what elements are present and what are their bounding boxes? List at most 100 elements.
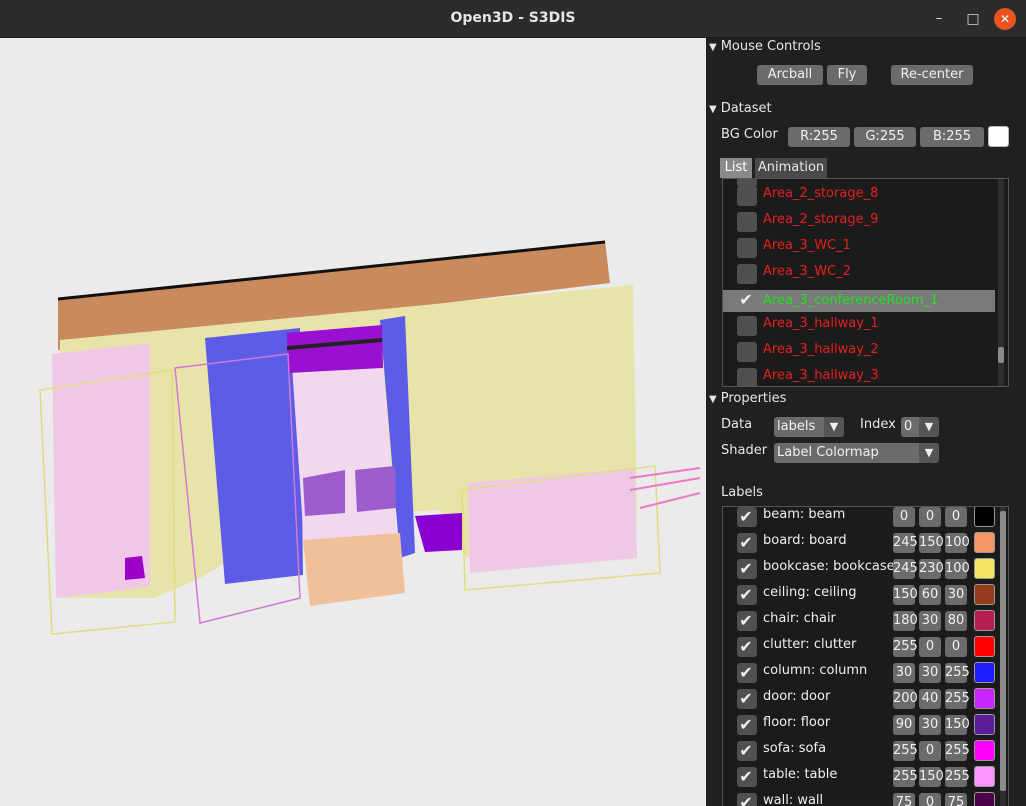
label-row[interactable]: ✔ sofa: sofa 255 0 255 bbox=[723, 737, 1008, 763]
label-g-field[interactable]: 150 bbox=[919, 767, 944, 787]
label-r-field[interactable]: 255 bbox=[893, 767, 918, 787]
label-color-swatch[interactable] bbox=[974, 662, 995, 683]
label-checkbox[interactable]: ✔ bbox=[737, 663, 757, 683]
label-r-field[interactable]: 245 bbox=[893, 533, 918, 553]
label-r-field[interactable]: 75 bbox=[893, 793, 915, 806]
list-item-selected[interactable]: ✔ Area_3_conferenceRoom_1 bbox=[723, 290, 995, 312]
list-item[interactable]: Area_3_hallway_2 bbox=[723, 339, 995, 362]
properties-header[interactable]: ▼ Properties bbox=[709, 391, 786, 406]
bg-green-field[interactable]: G:255 bbox=[854, 127, 916, 147]
bg-blue-field[interactable]: B:255 bbox=[920, 127, 984, 147]
label-b-field[interactable]: 100 bbox=[945, 533, 970, 553]
label-r-field[interactable]: 30 bbox=[893, 663, 915, 683]
label-r-field[interactable]: 245 bbox=[893, 559, 918, 579]
dataset-header[interactable]: ▼ Dataset bbox=[709, 101, 772, 116]
close-icon[interactable]: ✕ bbox=[994, 8, 1016, 30]
label-g-field[interactable]: 40 bbox=[919, 689, 941, 709]
labels-scrollbar-thumb[interactable] bbox=[1000, 511, 1006, 791]
label-g-field[interactable]: 30 bbox=[919, 715, 941, 735]
list-checkbox[interactable] bbox=[737, 368, 757, 386]
label-row[interactable]: ✔ wall: wall 75 0 75 bbox=[723, 789, 1008, 806]
list-checkbox[interactable] bbox=[737, 212, 757, 232]
label-row[interactable]: ✔ door: door 200 40 255 bbox=[723, 685, 1008, 711]
label-r-field[interactable]: 180 bbox=[893, 611, 918, 631]
labels-list[interactable]: ✔ beam: beam 0 0 0 ✔ board: board 245 15… bbox=[722, 506, 1009, 806]
label-checkbox[interactable]: ✔ bbox=[737, 793, 757, 806]
list-checkbox[interactable] bbox=[737, 264, 757, 284]
shader-select[interactable]: Label Colormap ▼ bbox=[774, 443, 939, 463]
label-color-swatch[interactable] bbox=[974, 532, 995, 553]
label-g-field[interactable]: 0 bbox=[919, 637, 941, 657]
arcball-button[interactable]: Arcball bbox=[757, 65, 823, 85]
label-row[interactable]: ✔ bookcase: bookcase 245 230 100 bbox=[723, 555, 1008, 581]
label-checkbox[interactable]: ✔ bbox=[737, 507, 757, 527]
bg-color-swatch[interactable] bbox=[988, 126, 1009, 147]
label-b-field[interactable]: 255 bbox=[945, 767, 970, 787]
dataset-list[interactable]: Area_2_storage_8 Area_2_storage_9 Area_3… bbox=[722, 178, 1009, 387]
tab-animation[interactable]: Animation bbox=[755, 158, 827, 178]
label-checkbox[interactable]: ✔ bbox=[737, 741, 757, 761]
list-item[interactable]: Area_3_hallway_1 bbox=[723, 313, 995, 336]
data-select[interactable]: labels ▼ bbox=[774, 417, 844, 437]
maximize-icon[interactable]: □ bbox=[962, 8, 984, 30]
bg-red-field[interactable]: R:255 bbox=[788, 127, 850, 147]
label-r-field[interactable]: 150 bbox=[893, 585, 918, 605]
label-b-field[interactable]: 150 bbox=[945, 715, 970, 735]
label-g-field[interactable]: 230 bbox=[919, 559, 944, 579]
label-g-field[interactable]: 0 bbox=[919, 793, 941, 806]
index-select[interactable]: 0 ▼ bbox=[901, 417, 939, 437]
label-b-field[interactable]: 80 bbox=[945, 611, 967, 631]
label-row[interactable]: ✔ beam: beam 0 0 0 bbox=[723, 507, 1008, 529]
label-b-field[interactable]: 0 bbox=[945, 637, 967, 657]
list-checkbox[interactable] bbox=[737, 186, 757, 206]
minimize-icon[interactable]: – bbox=[928, 8, 950, 30]
list-item[interactable]: Area_3_hallway_3 bbox=[723, 365, 995, 386]
label-g-field[interactable]: 30 bbox=[919, 663, 941, 683]
tab-list[interactable]: List bbox=[720, 158, 752, 178]
label-color-swatch[interactable] bbox=[974, 714, 995, 735]
label-r-field[interactable]: 255 bbox=[893, 741, 918, 761]
label-g-field[interactable]: 0 bbox=[919, 741, 941, 761]
label-color-swatch[interactable] bbox=[974, 740, 995, 761]
label-r-field[interactable]: 255 bbox=[893, 637, 918, 657]
label-r-field[interactable]: 0 bbox=[893, 507, 915, 527]
label-checkbox[interactable]: ✔ bbox=[737, 559, 757, 579]
label-r-field[interactable]: 90 bbox=[893, 715, 915, 735]
label-row[interactable]: ✔ board: board 245 150 100 bbox=[723, 529, 1008, 555]
label-b-field[interactable]: 30 bbox=[945, 585, 967, 605]
label-row[interactable]: ✔ clutter: clutter 255 0 0 bbox=[723, 633, 1008, 659]
label-row[interactable]: ✔ chair: chair 180 30 80 bbox=[723, 607, 1008, 633]
label-row[interactable]: ✔ floor: floor 90 30 150 bbox=[723, 711, 1008, 737]
list-checkbox[interactable] bbox=[737, 316, 757, 336]
label-b-field[interactable]: 255 bbox=[945, 741, 970, 761]
list-checkbox[interactable] bbox=[737, 238, 757, 258]
label-g-field[interactable]: 60 bbox=[919, 585, 941, 605]
label-checkbox[interactable]: ✔ bbox=[737, 767, 757, 787]
label-b-field[interactable]: 255 bbox=[945, 689, 970, 709]
label-r-field[interactable]: 200 bbox=[893, 689, 918, 709]
fly-button[interactable]: Fly bbox=[827, 65, 867, 85]
label-color-swatch[interactable] bbox=[974, 792, 995, 806]
label-row[interactable]: ✔ table: table 255 150 255 bbox=[723, 763, 1008, 789]
label-row[interactable]: ✔ column: column 30 30 255 bbox=[723, 659, 1008, 685]
list-item[interactable]: Area_3_WC_1 bbox=[723, 235, 995, 258]
label-checkbox[interactable]: ✔ bbox=[737, 533, 757, 553]
checkmark-icon[interactable]: ✔ bbox=[737, 290, 755, 310]
list-checkbox[interactable] bbox=[737, 342, 757, 362]
3d-viewport[interactable] bbox=[0, 38, 706, 806]
label-g-field[interactable]: 0 bbox=[919, 507, 941, 527]
label-checkbox[interactable]: ✔ bbox=[737, 611, 757, 631]
label-color-swatch[interactable] bbox=[974, 636, 995, 657]
recenter-button[interactable]: Re-center bbox=[891, 65, 973, 85]
label-checkbox[interactable]: ✔ bbox=[737, 585, 757, 605]
list-item[interactable]: Area_2_storage_9 bbox=[723, 209, 995, 232]
label-color-swatch[interactable] bbox=[974, 584, 995, 605]
label-checkbox[interactable]: ✔ bbox=[737, 637, 757, 657]
label-b-field[interactable]: 255 bbox=[945, 663, 970, 683]
list-item[interactable]: Area_3_WC_2 bbox=[723, 261, 995, 284]
list-item[interactable]: Area_2_storage_8 bbox=[723, 183, 995, 206]
label-color-swatch[interactable] bbox=[974, 558, 995, 579]
label-checkbox[interactable]: ✔ bbox=[737, 715, 757, 735]
label-color-swatch[interactable] bbox=[974, 507, 995, 527]
list-scrollbar-thumb[interactable] bbox=[998, 347, 1004, 363]
